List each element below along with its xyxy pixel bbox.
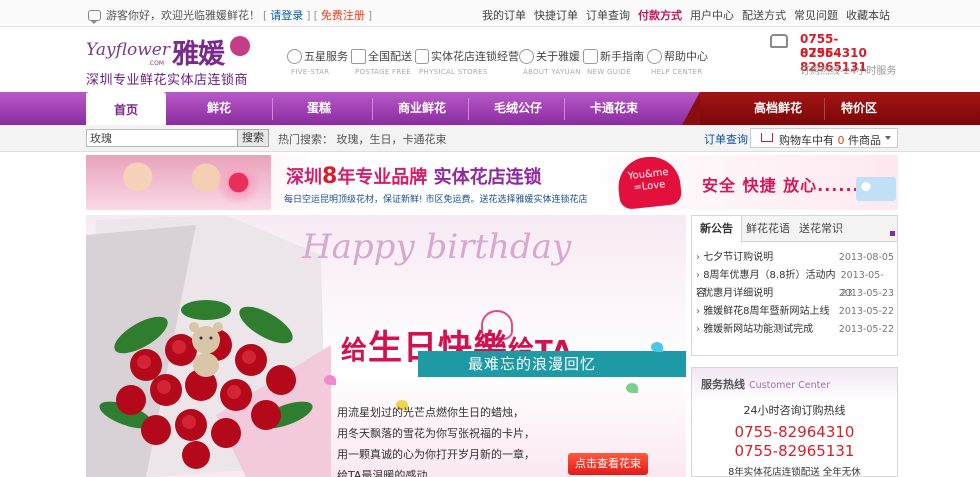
butterfly-icon [324, 375, 336, 385]
top-nav-bookmark[interactable]: 收藏本站 [846, 7, 890, 23]
notice-tabs: 新公告 鲜花花语 送花常识 [692, 216, 897, 243]
truck-icon [351, 48, 366, 64]
nav-flowers[interactable]: 鲜花 [176, 92, 262, 125]
banner-photo [86, 155, 271, 210]
hero-ribbon: 最难忘的浪漫回忆 [418, 351, 686, 377]
site-logo[interactable]: Yayflower .COM 雅媛 深圳专业鲜花实体店连锁商 [86, 32, 266, 88]
nav-cakes[interactable]: 蛋糕 [274, 92, 364, 125]
hot-searches[interactable]: 热门搜索： 玫瑰，生日，卡通花束 [278, 131, 447, 147]
notice-panel: 新公告 鲜花花语 送花常识 七夕节订购说明2013-08-05 8周年优惠月（8… [691, 215, 898, 356]
greeting: 游客你好，欢迎光临雅媛鲜花！ [ 请登录 ] [ 免费注册 ] [88, 7, 372, 24]
flower-box-image [856, 177, 896, 201]
feature-links: 五星服务 FIVE-STAR 全国配送 POSTAGE FREE 实体花店连锁经… [287, 48, 711, 82]
store-icon [415, 48, 429, 64]
search-button[interactable]: 搜索 [237, 129, 269, 147]
nav-business-flowers[interactable]: 商业鲜花 [374, 92, 470, 125]
order-query-link[interactable]: 订单查询 [704, 131, 748, 147]
tab-announcements[interactable]: 新公告 [692, 216, 742, 243]
bouquet-image [86, 215, 331, 477]
hero-poem: 用流星划过的光芒点燃你生日的蜡烛， 用冬天飘落的雪花为你写张祝福的卡片， 用一颗… [337, 406, 535, 477]
cart-count: 0 [837, 134, 845, 147]
tab-gifting-tips[interactable]: 送花常识 [794, 216, 848, 242]
tab-flower-language[interactable]: 鲜花花语 [742, 216, 794, 242]
logo-cn: 雅媛 [172, 39, 225, 70]
feature-delivery[interactable]: 全国配送 POSTAGE FREE [351, 48, 415, 82]
service-hours: 24小时咨询订购热线 [743, 404, 846, 417]
service-phone-1: 0755-82964310 [734, 423, 855, 441]
logo-slogan: 深圳专业鲜花实体店连锁商 [86, 73, 249, 88]
feature-guide[interactable]: 新手指南 NEW GUIDE [583, 48, 647, 82]
top-nav-my-orders[interactable]: 我的订单 [482, 7, 526, 23]
logo-seal [230, 36, 250, 56]
feature-help[interactable]: 帮助中心 HELP CENTER [647, 48, 711, 82]
about-icon [519, 48, 534, 64]
list-item[interactable]: 雅媛新网站功能测试完成2013-05-22 [696, 321, 894, 339]
top-nav-user-center[interactable]: 用户中心 [690, 7, 734, 23]
nav-specials[interactable]: 特价区 [826, 92, 892, 125]
top-nav-order-query[interactable]: 订单查询 [586, 7, 630, 23]
service-panel: 服务热线 Customer Center 24小时咨询订购热线 0755-8296… [691, 367, 898, 477]
nav-premium-section: 高档鲜花 特价区 [682, 92, 980, 125]
nav-home[interactable]: 首页 [86, 92, 166, 125]
search-input[interactable] [86, 129, 238, 147]
service-title: 服务热线 Customer Center [701, 378, 831, 391]
header-hotline: 0755-82964310 0755-82965131 订购热线-24小时服务 [770, 30, 896, 78]
banner-subline: 每日空运昆明顶级花材，保证新鲜! 市区免运费。送花选择雅媛实体连锁花店 [284, 195, 588, 205]
view-bouquet-button[interactable]: 点击查看花束 [568, 453, 648, 475]
hero-slide[interactable]: Happy birthday 给生日快樂给TA 最难忘的浪漫回忆 用流星划过的光… [86, 215, 686, 477]
banner-safe-fast: 安全 快捷 放心...... [702, 176, 860, 195]
top-bar: 游客你好，欢迎光临雅媛鲜花！ [ 请登录 ] [ 免费注册 ] 我的订单 快捷订… [0, 0, 980, 27]
main-nav: 首页 鲜花 蛋糕 商业鲜花 毛绒公仔 卡通花束 高档鲜花 特价区 [0, 92, 980, 125]
top-nav-faq[interactable]: 常见问题 [794, 7, 838, 23]
guide-icon [583, 48, 598, 64]
top-nav-delivery[interactable]: 配送方式 [742, 7, 786, 23]
nav-cartoon-bouquet[interactable]: 卡通花束 [566, 92, 662, 125]
list-item[interactable]: 雅媛鲜花8周年暨新网站上线2013-05-22 [696, 303, 894, 321]
nav-plush-toys[interactable]: 毛绒公仔 [470, 92, 566, 125]
cart-dropdown[interactable]: 购物车中有 0 件商品 [750, 128, 898, 148]
banner-headline: 深圳8年专业品牌 实体花店连锁 [286, 164, 542, 189]
help-icon [647, 48, 662, 64]
logo-en: Yayflower [86, 40, 170, 60]
login-link[interactable]: 请登录 [270, 7, 303, 23]
feature-about[interactable]: 关于雅媛 ABOUT YAYUAN [519, 48, 583, 82]
feature-five-star[interactable]: 五星服务 FIVE-STAR [287, 48, 351, 82]
phone-icon [770, 34, 788, 48]
hero-script-title: Happy birthday [302, 227, 572, 267]
list-item[interactable]: 七夕节订购说明2013-08-05 [696, 249, 894, 267]
heart-graphic: You&me =Love [615, 153, 683, 211]
chevron-down-icon [885, 136, 891, 140]
hotline-label: 订购热线-24小时服务 [800, 66, 897, 77]
more-icon[interactable] [890, 231, 895, 236]
list-item[interactable]: 优惠月详细说明2013-05-23 [696, 285, 894, 303]
notice-list: 七夕节订购说明2013-08-05 8周年优惠月（8.8折）活动内容2013-0… [696, 249, 894, 339]
butterfly-icon [651, 342, 663, 352]
feature-stores[interactable]: 实体花店连锁经营 PHYSICAL STORES [415, 48, 519, 82]
register-link[interactable]: 免费注册 [321, 7, 365, 23]
service-phone-2: 0755-82965131 [734, 442, 855, 460]
greeting-text: 游客你好，欢迎光临雅媛鲜花！ [106, 9, 260, 22]
promo-banner[interactable]: 深圳8年专业品牌 实体花店连锁 每日空运昆明顶级花材，保证新鲜! 市区免运费。送… [86, 153, 898, 211]
five-star-icon [287, 48, 302, 64]
top-nav: 我的订单 快捷订单 订单查询 付款方式 用户中心 配送方式 常见问题 收藏本站 [482, 7, 890, 23]
top-nav-payment[interactable]: 付款方式 [638, 7, 682, 23]
search-bar: 搜索 热门搜索： 玫瑰，生日，卡通花束 订单查询 购物车中有 0 件商品 [0, 125, 980, 152]
chat-icon [88, 9, 101, 24]
top-nav-quick-order[interactable]: 快捷订单 [534, 7, 578, 23]
logo-com: .COM [148, 60, 164, 67]
cart-icon [761, 133, 773, 142]
list-item[interactable]: 8周年优惠月（8.8折）活动内容2013-05-23 [696, 267, 894, 299]
sidebar: 新公告 鲜花花语 送花常识 七夕节订购说明2013-08-05 8周年优惠月（8… [691, 215, 898, 477]
butterfly-icon [626, 383, 638, 393]
nav-premium-flowers[interactable]: 高档鲜花 [736, 92, 820, 125]
service-footer: 8年实体花店连锁配送 全年无休 [728, 467, 861, 477]
